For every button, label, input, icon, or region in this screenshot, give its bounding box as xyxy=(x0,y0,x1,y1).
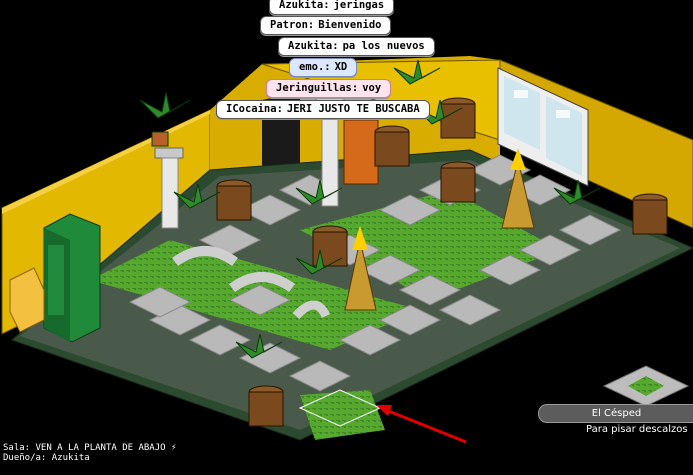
item-name-label: El Césped xyxy=(538,404,693,423)
orange-cabinet[interactable] xyxy=(343,119,379,185)
barrel[interactable] xyxy=(248,385,284,427)
item-description: Para pisar descalzos xyxy=(586,424,688,435)
chat-username: Azukita: xyxy=(288,40,339,52)
chat-message: Bienvenido xyxy=(318,19,382,31)
chat-username: ICocaina: xyxy=(226,103,283,115)
chat-username: Patron: xyxy=(270,19,315,31)
room-name: Sala: VEN A LA PLANTA DE ABAJO ⚡ xyxy=(3,443,177,453)
chat-message: pa los nuevos xyxy=(342,40,425,52)
barrel[interactable] xyxy=(632,193,668,235)
chat-bubble: Jeringuillas: voy xyxy=(266,79,392,98)
chat-bubble: emo.: XD xyxy=(289,58,358,77)
chat-message: JERI JUSTO TE BUSCABA xyxy=(286,103,420,115)
barrel[interactable] xyxy=(216,179,252,221)
chat-bubble: ICocaina: JERI JUSTO TE BUSCABA xyxy=(216,100,430,119)
room-owner: Dueño/a: Azukita xyxy=(3,453,90,463)
chat-message: voy xyxy=(362,82,382,94)
chat-message: jeringas xyxy=(333,0,385,11)
room-info: Sala: VEN A LA PLANTA DE ABAJO ⚡ Dueño/a… xyxy=(3,443,176,463)
barrel[interactable] xyxy=(374,125,410,167)
yellow-crate[interactable] xyxy=(9,267,45,333)
chat-username: Azukita: xyxy=(279,0,330,11)
chat-bubble: Patron: Bienvenido xyxy=(260,16,392,35)
phone-booth[interactable] xyxy=(43,213,101,343)
barrel[interactable] xyxy=(440,161,476,203)
chat-bubble: Azukita: pa los nuevos xyxy=(278,37,435,56)
barrel[interactable] xyxy=(440,97,476,139)
chat-username: Jeringuillas: xyxy=(276,82,359,94)
chat-message: XD xyxy=(334,61,348,73)
pointer-arrow xyxy=(376,405,467,444)
item-preview xyxy=(602,365,690,407)
chat-username: emo.: xyxy=(299,61,331,73)
chat-bubble: Azukita: jeringas xyxy=(269,0,395,15)
